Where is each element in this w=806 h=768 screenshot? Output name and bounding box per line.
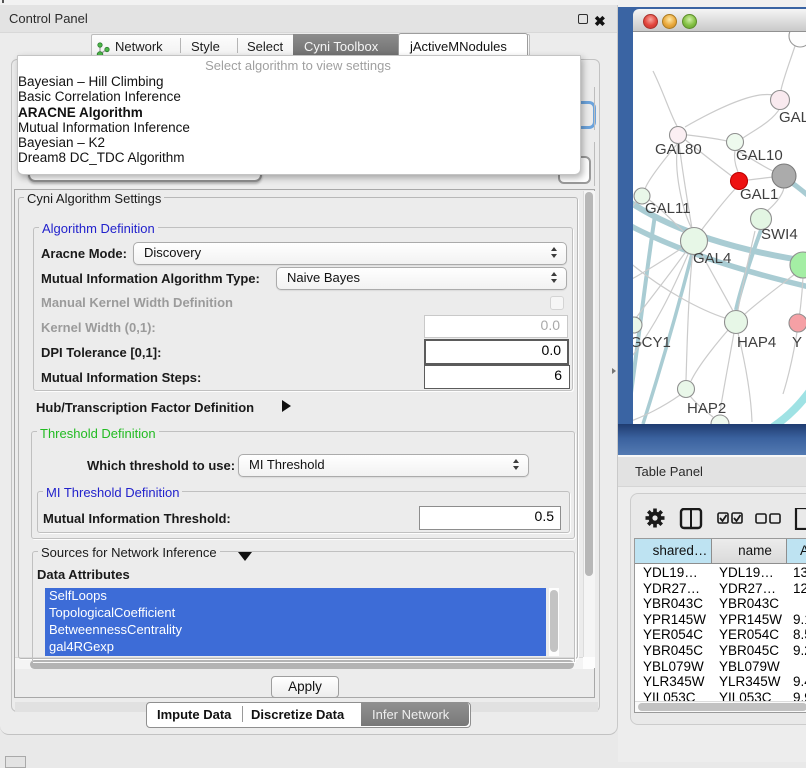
svg-text:GAL4: GAL4 xyxy=(693,250,731,267)
svg-text:HAP4: HAP4 xyxy=(737,334,776,351)
svg-text:GAL11: GAL11 xyxy=(645,200,691,217)
svg-text:GAL10: GAL10 xyxy=(736,147,783,164)
svg-text:GAL7: GAL7 xyxy=(779,109,806,126)
svg-text:HAP2: HAP2 xyxy=(687,400,726,417)
svg-text:SWI4: SWI4 xyxy=(761,226,798,243)
svg-text:GAL1: GAL1 xyxy=(740,186,778,203)
svg-text:GCY1: GCY1 xyxy=(633,334,671,351)
svg-text:GAL80: GAL80 xyxy=(655,141,702,158)
svg-text:Y: Y xyxy=(792,334,802,351)
